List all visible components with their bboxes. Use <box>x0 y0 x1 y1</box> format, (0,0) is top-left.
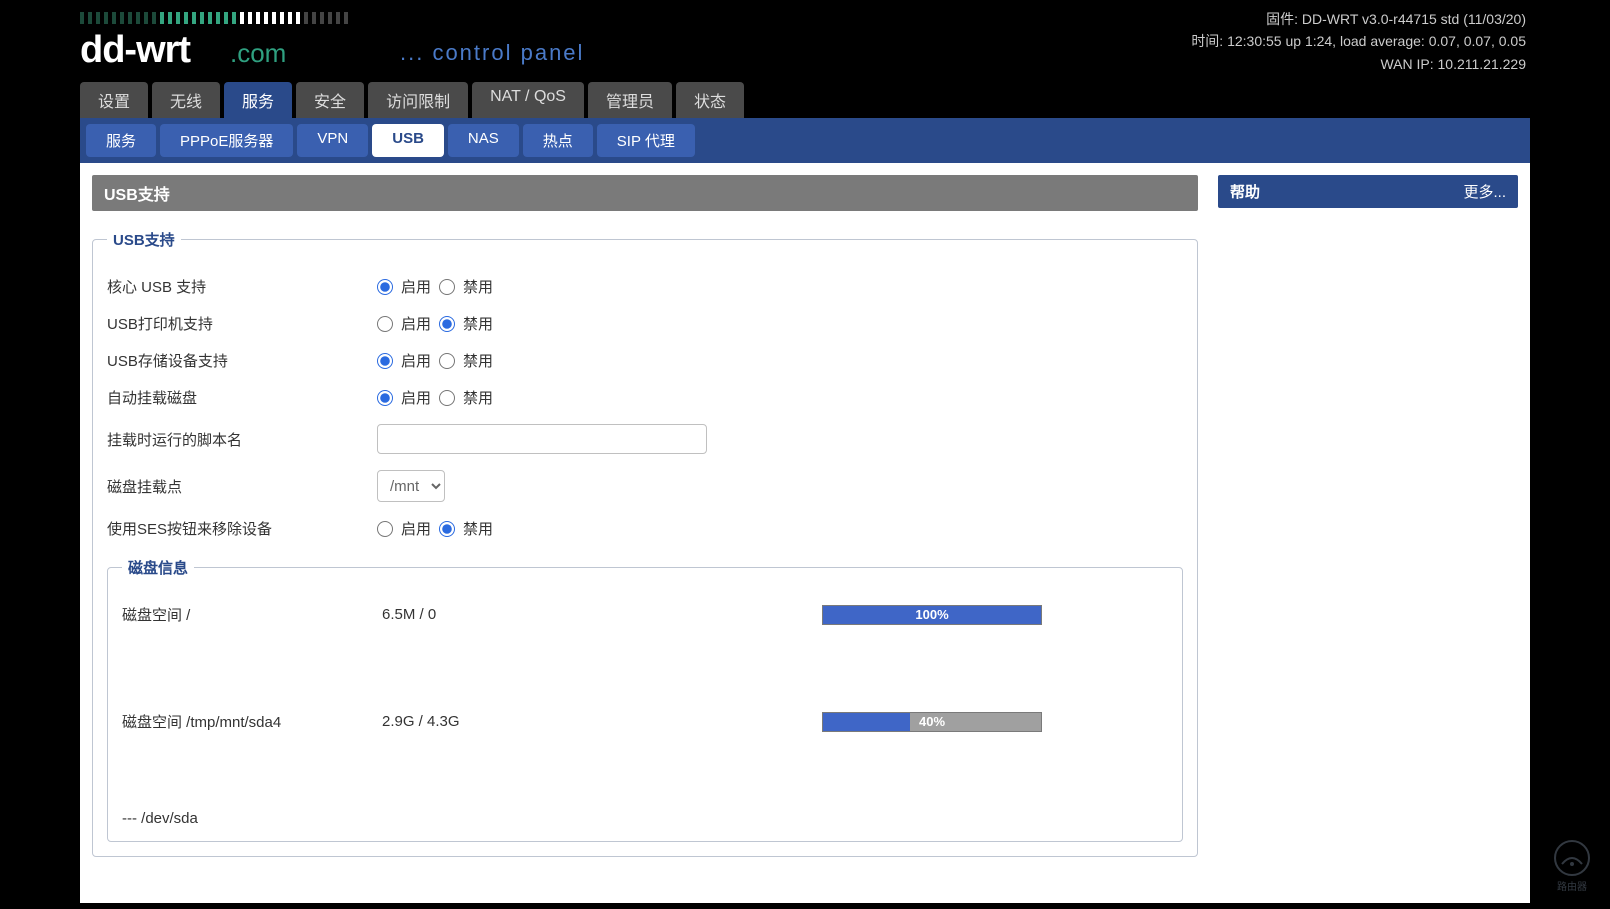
help-more-link[interactable]: 更多... <box>1463 181 1506 202</box>
disable-label: 禁用 <box>463 518 493 539</box>
firmware-line: 固件: DD-WRT v3.0-r44715 std (11/03/20) <box>1191 8 1526 30</box>
enable-label: 启用 <box>401 387 431 408</box>
ses-button-label: 使用SES按钮来移除设备 <box>107 518 377 539</box>
core-usb-enable-radio[interactable] <box>377 279 393 295</box>
dev-line: --- /dev/sda <box>122 780 1168 827</box>
control-panel-label: ... control panel <box>400 40 584 65</box>
disable-label: 禁用 <box>463 387 493 408</box>
header: dd-wrt .com ... control panel 固件: DD-WRT… <box>80 0 1530 82</box>
sub-tab-5[interactable]: 热点 <box>523 124 593 157</box>
automount-enable-radio[interactable] <box>377 390 393 406</box>
mount-point-label: 磁盘挂载点 <box>107 476 377 497</box>
enable-label: 启用 <box>401 276 431 297</box>
automount-label: 自动挂载磁盘 <box>107 387 377 408</box>
disk-row2-progress: 40% <box>822 712 1042 732</box>
main-tab-6[interactable]: 管理员 <box>588 82 672 118</box>
sub-tabs: 服务PPPoE服务器VPNUSBNAS热点SIP 代理 <box>80 118 1530 163</box>
sub-tab-4[interactable]: NAS <box>448 124 519 157</box>
main-tab-7[interactable]: 状态 <box>676 82 744 118</box>
main-tab-0[interactable]: 设置 <box>80 82 148 118</box>
usb-fieldset: USB支持 核心 USB 支持 启用 禁用 USB打印机支持 启用 禁用 <box>92 229 1198 857</box>
main-tab-3[interactable]: 安全 <box>296 82 364 118</box>
wan-line: WAN IP: 10.211.21.229 <box>1191 53 1526 75</box>
disk-row1-progress: 100% <box>822 605 1042 625</box>
disk-row1-label: 磁盘空间 / <box>122 604 382 625</box>
svg-text:.com: .com <box>230 38 286 68</box>
section-title: USB支持 <box>92 175 1198 211</box>
usb-storage-disable-radio[interactable] <box>439 353 455 369</box>
sub-tab-0[interactable]: 服务 <box>86 124 156 157</box>
main-tab-4[interactable]: 访问限制 <box>368 82 468 118</box>
disk-row1-percent: 100% <box>915 606 948 621</box>
disable-label: 禁用 <box>463 350 493 371</box>
diskinfo-legend: 磁盘信息 <box>122 557 194 578</box>
disk-row2-value: 2.9G / 4.3G <box>382 713 822 730</box>
usb-printer-enable-radio[interactable] <box>377 316 393 332</box>
core-usb-disable-radio[interactable] <box>439 279 455 295</box>
mount-point-select[interactable]: /mnt <box>377 470 445 502</box>
automount-disable-radio[interactable] <box>439 390 455 406</box>
usb-legend: USB支持 <box>107 229 181 250</box>
watermark-text: 路由器 <box>1554 878 1590 893</box>
usb-storage-label: USB存储设备支持 <box>107 350 377 371</box>
usb-storage-enable-radio[interactable] <box>377 353 393 369</box>
disk-row1-value: 6.5M / 0 <box>382 606 822 623</box>
usb-printer-label: USB打印机支持 <box>107 313 377 334</box>
main-tabs: 设置无线服务安全访问限制NAT / QoS管理员状态 <box>80 82 1530 118</box>
sub-tab-2[interactable]: VPN <box>297 124 368 157</box>
sub-tab-1[interactable]: PPPoE服务器 <box>160 124 293 157</box>
disable-label: 禁用 <box>463 276 493 297</box>
watermark: 路由器 <box>1554 840 1590 893</box>
diskinfo-fieldset: 磁盘信息 磁盘空间 / 6.5M / 0 100% 磁盘空间 /tmp/mnt/… <box>107 557 1183 842</box>
ses-disable-radio[interactable] <box>439 521 455 537</box>
header-status: 固件: DD-WRT v3.0-r44715 std (11/03/20) 时间… <box>1191 8 1530 75</box>
script-name-label: 挂载时运行的脚本名 <box>107 429 377 450</box>
help-bar: 帮助 更多... <box>1218 175 1518 208</box>
enable-label: 启用 <box>401 350 431 371</box>
svg-text:dd-wrt: dd-wrt <box>80 29 191 71</box>
disk-row2-label: 磁盘空间 /tmp/mnt/sda4 <box>122 711 382 732</box>
core-usb-label: 核心 USB 支持 <box>107 276 377 297</box>
main-tab-1[interactable]: 无线 <box>152 82 220 118</box>
ses-enable-radio[interactable] <box>377 521 393 537</box>
usb-printer-disable-radio[interactable] <box>439 316 455 332</box>
main-tab-5[interactable]: NAT / QoS <box>472 82 584 118</box>
logo: dd-wrt .com ... control panel <box>80 8 660 77</box>
script-name-input[interactable] <box>377 424 707 454</box>
help-title: 帮助 <box>1230 181 1260 202</box>
enable-label: 启用 <box>401 518 431 539</box>
enable-label: 启用 <box>401 313 431 334</box>
time-line: 时间: 12:30:55 up 1:24, load average: 0.07… <box>1191 30 1526 52</box>
sub-tab-3[interactable]: USB <box>372 124 444 157</box>
disable-label: 禁用 <box>463 313 493 334</box>
main-tab-2[interactable]: 服务 <box>224 82 292 118</box>
sub-tab-6[interactable]: SIP 代理 <box>597 124 695 157</box>
disk-row2-percent: 40% <box>919 713 945 728</box>
